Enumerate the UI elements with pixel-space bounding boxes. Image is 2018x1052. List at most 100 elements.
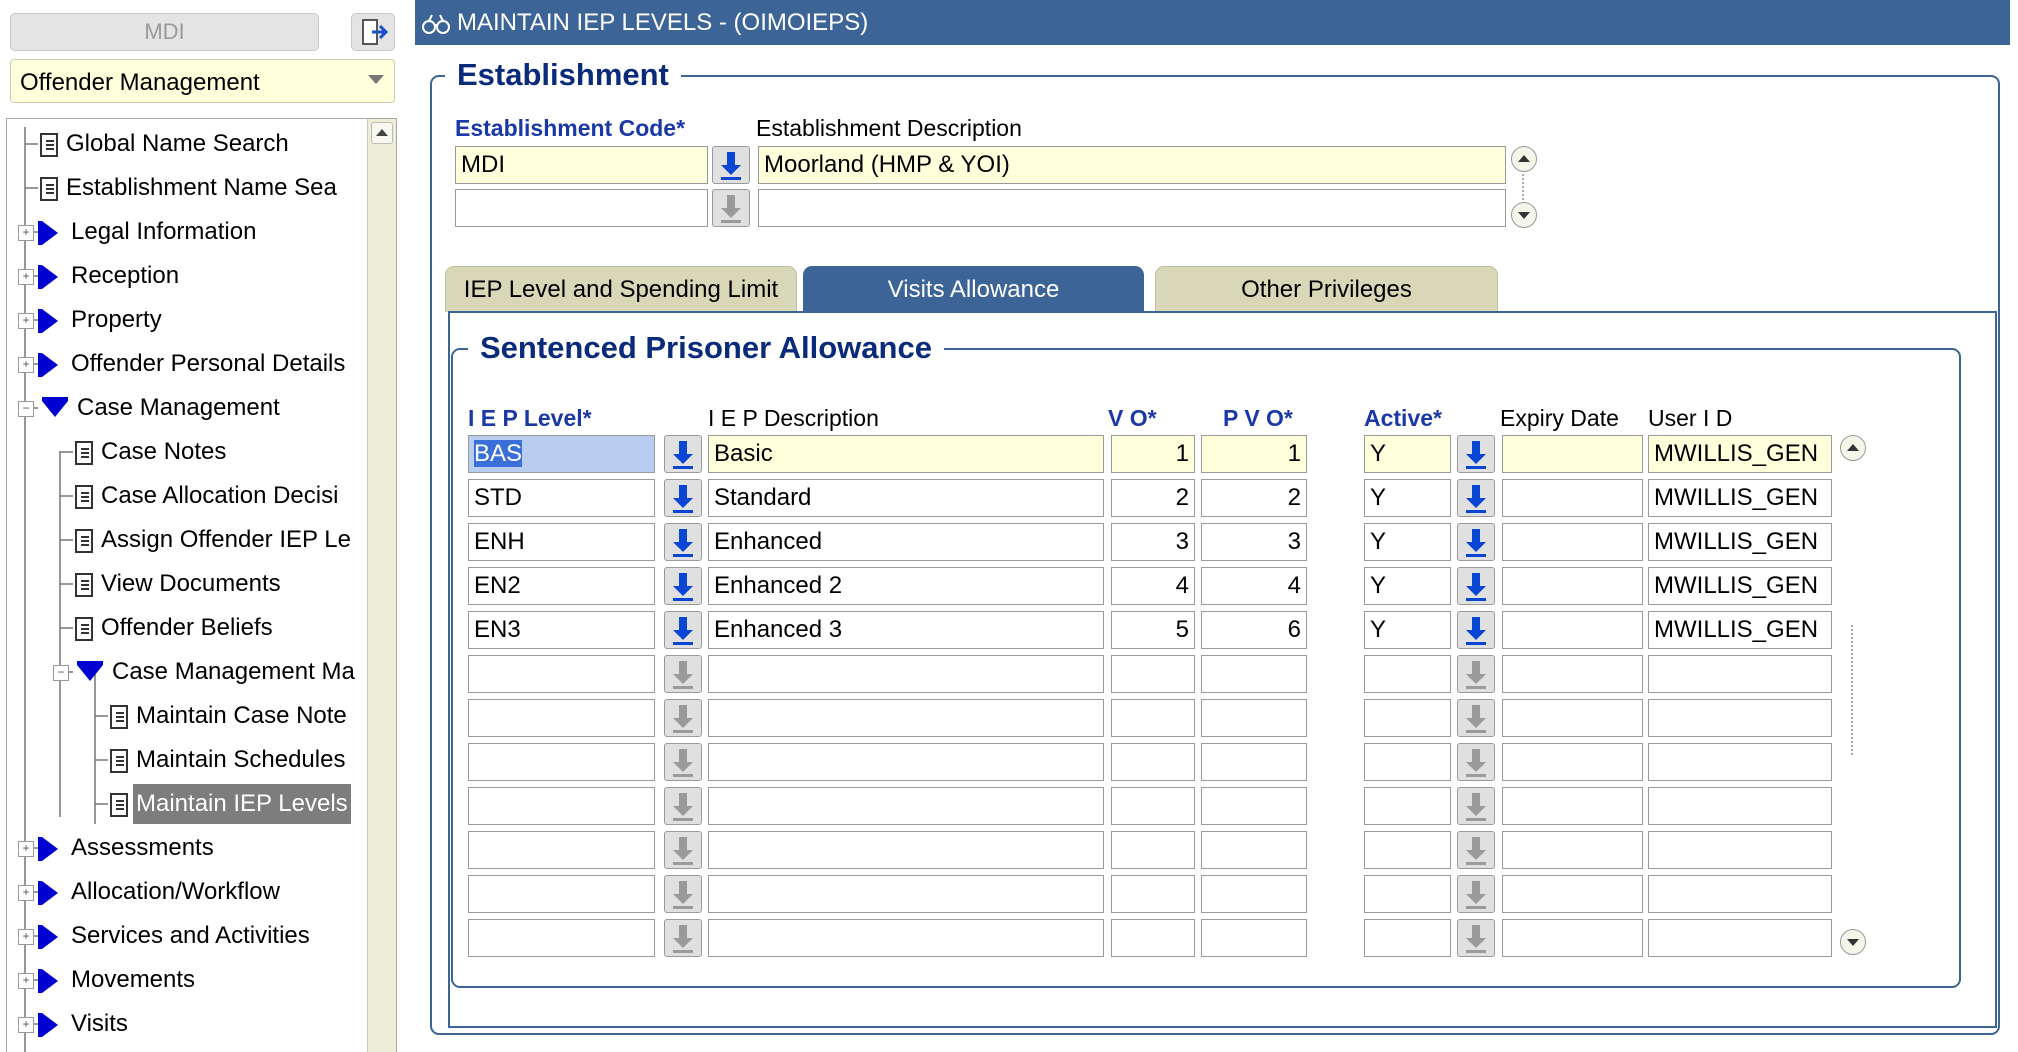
active-field[interactable] [1364, 831, 1451, 869]
iep-level-field[interactable] [468, 655, 655, 693]
user-id-field[interactable] [1648, 699, 1832, 737]
iep-description-field[interactable] [708, 919, 1104, 957]
user-id-field[interactable]: MWILLIS_GEN [1648, 611, 1832, 649]
active-lov-button[interactable] [1457, 611, 1495, 649]
iep-level-lov-button[interactable] [664, 875, 702, 913]
vo-field[interactable] [1111, 919, 1195, 957]
vo-field[interactable] [1111, 655, 1195, 693]
active-field[interactable]: Y [1364, 435, 1451, 473]
iep-level-field[interactable] [468, 919, 655, 957]
tree-item[interactable]: Case Allocation Decisi [53, 476, 341, 516]
pvo-field[interactable] [1201, 919, 1307, 957]
pvo-field[interactable]: 1 [1201, 435, 1307, 473]
vo-field[interactable]: 3 [1111, 523, 1195, 561]
tree-item[interactable]: + Services and Activities [18, 916, 313, 956]
active-lov-button[interactable] [1457, 523, 1495, 561]
allowance-scrollbar[interactable] [1840, 435, 1866, 957]
expand-icon[interactable]: + [18, 356, 34, 373]
iep-level-lov-button[interactable] [664, 523, 702, 561]
iep-level-lov-button[interactable] [664, 435, 702, 473]
expiry-date-field[interactable] [1502, 831, 1643, 869]
expiry-date-field[interactable] [1502, 567, 1643, 605]
tree-item[interactable]: − Case Management [18, 388, 283, 428]
expiry-date-field[interactable] [1502, 435, 1643, 473]
collapse-icon[interactable]: − [18, 400, 34, 417]
iep-description-field[interactable]: Enhanced [708, 523, 1104, 561]
tree-item[interactable]: Assign Offender IEP Le [53, 520, 354, 560]
establishment-code-field[interactable] [455, 189, 708, 227]
tree-item[interactable]: View Documents [53, 564, 284, 604]
caseload-button[interactable]: MDI [10, 13, 319, 51]
vo-field[interactable]: 4 [1111, 567, 1195, 605]
establishment-code-field[interactable]: MDI [455, 146, 708, 184]
expand-icon[interactable]: + [18, 840, 34, 857]
iep-level-field[interactable]: ENH [468, 523, 655, 561]
vo-field[interactable]: 5 [1111, 611, 1195, 649]
tree-item[interactable]: + Offender Personal Details [18, 344, 348, 384]
tab-iep-level-spending-limit[interactable]: IEP Level and Spending Limit [445, 266, 797, 312]
active-field[interactable]: Y [1364, 523, 1451, 561]
tab-visits-allowance[interactable]: Visits Allowance [803, 266, 1144, 312]
active-lov-button[interactable] [1457, 435, 1495, 473]
establishment-code-lov-button[interactable] [712, 146, 750, 184]
vo-field[interactable] [1111, 699, 1195, 737]
establishment-description-field[interactable]: Moorland (HMP & YOI) [758, 146, 1506, 184]
tree-item[interactable]: + Allocation/Workflow [18, 872, 283, 912]
scroll-up-icon[interactable] [1511, 146, 1537, 172]
iep-description-field[interactable]: Standard [708, 479, 1104, 517]
iep-level-field[interactable] [468, 831, 655, 869]
iep-level-field[interactable]: STD [468, 479, 655, 517]
pvo-field[interactable]: 3 [1201, 523, 1307, 561]
user-id-field[interactable]: MWILLIS_GEN [1648, 567, 1832, 605]
pvo-field[interactable] [1201, 787, 1307, 825]
iep-description-field[interactable] [708, 875, 1104, 913]
expiry-date-field[interactable] [1502, 611, 1643, 649]
iep-level-lov-button[interactable] [664, 919, 702, 957]
vo-field[interactable]: 2 [1111, 479, 1195, 517]
iep-level-field[interactable]: EN3 [468, 611, 655, 649]
pvo-field[interactable] [1201, 655, 1307, 693]
establishment-code-lov-button[interactable] [712, 189, 750, 227]
iep-level-lov-button[interactable] [664, 567, 702, 605]
iep-level-lov-button[interactable] [664, 611, 702, 649]
active-field[interactable] [1364, 875, 1451, 913]
expiry-date-field[interactable] [1502, 523, 1643, 561]
iep-description-field[interactable] [708, 743, 1104, 781]
user-id-field[interactable] [1648, 831, 1832, 869]
vo-field[interactable]: 1 [1111, 435, 1195, 473]
iep-description-field[interactable] [708, 655, 1104, 693]
user-id-field[interactable] [1648, 919, 1832, 957]
vo-field[interactable] [1111, 831, 1195, 869]
iep-level-lov-button[interactable] [664, 479, 702, 517]
tree-item[interactable]: + Property [18, 300, 165, 340]
panel-splitter[interactable] [405, 0, 415, 1052]
scroll-up-icon[interactable] [1840, 435, 1866, 461]
active-field[interactable] [1364, 743, 1451, 781]
iep-level-field[interactable] [468, 699, 655, 737]
active-field[interactable] [1364, 655, 1451, 693]
module-dropdown[interactable]: Offender Management [10, 59, 395, 103]
establishment-description-field[interactable] [758, 189, 1506, 227]
expand-icon[interactable]: + [18, 224, 34, 241]
active-lov-button[interactable] [1457, 479, 1495, 517]
user-id-field[interactable]: MWILLIS_GEN [1648, 479, 1832, 517]
expiry-date-field[interactable] [1502, 655, 1643, 693]
iep-description-field[interactable] [708, 699, 1104, 737]
scroll-up-icon[interactable] [371, 122, 393, 144]
iep-description-field[interactable]: Enhanced 2 [708, 567, 1104, 605]
iep-level-field[interactable] [468, 875, 655, 913]
user-id-field[interactable] [1648, 655, 1832, 693]
active-lov-button[interactable] [1457, 743, 1495, 781]
pvo-field[interactable] [1201, 875, 1307, 913]
iep-level-field[interactable]: EN2 [468, 567, 655, 605]
active-lov-button[interactable] [1457, 787, 1495, 825]
expand-icon[interactable]: + [18, 268, 34, 285]
tree-item[interactable]: Maintain Case Note [88, 696, 350, 736]
iep-level-lov-button[interactable] [664, 743, 702, 781]
tree-item[interactable]: Offender Beliefs [53, 608, 276, 648]
vo-field[interactable] [1111, 875, 1195, 913]
scroll-down-icon[interactable] [1840, 929, 1866, 955]
tree-item[interactable]: Case Notes [53, 432, 229, 472]
active-lov-button[interactable] [1457, 699, 1495, 737]
tree-item[interactable]: + Reception [18, 256, 182, 296]
